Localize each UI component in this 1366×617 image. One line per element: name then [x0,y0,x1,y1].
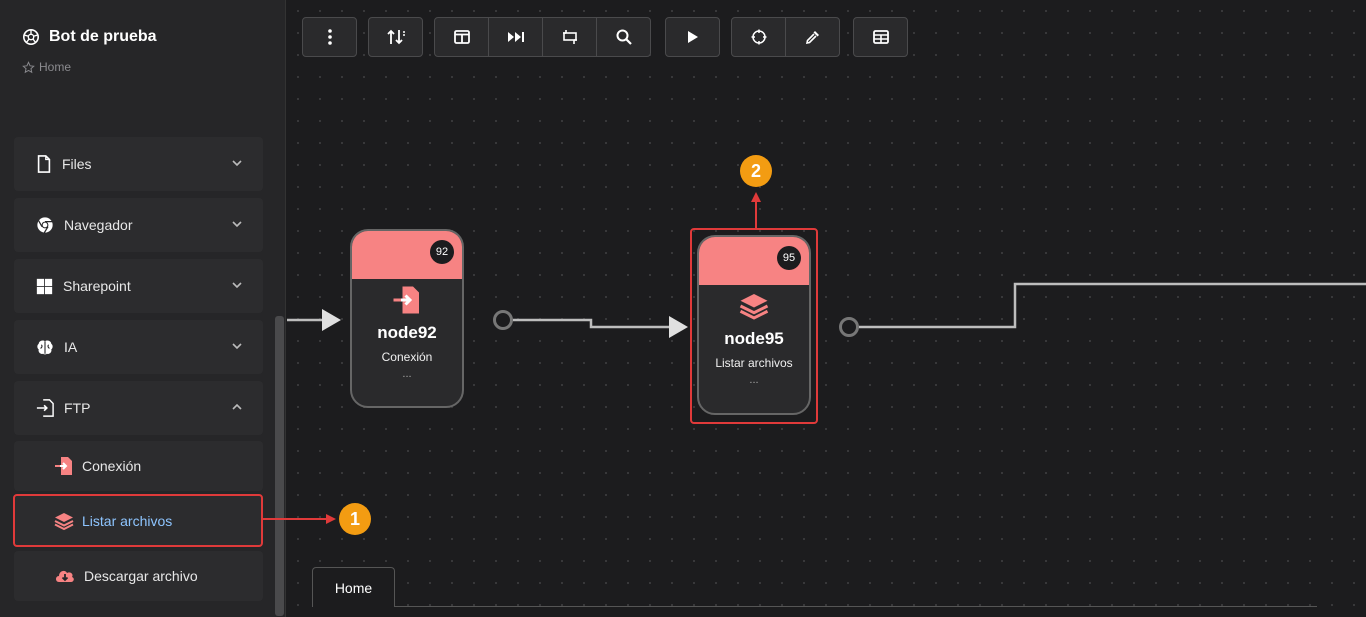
sort-icon [386,29,405,45]
node-name: node95 [724,329,784,348]
transform-icon [562,30,577,44]
node-more: ... [749,374,759,386]
sidebar-item-sharepoint[interactable]: Sharepoint [14,259,263,313]
fast-forward-icon [507,32,524,42]
sidebar-item-files[interactable]: Files [14,137,263,191]
fast-forward-button[interactable] [488,17,543,57]
play-button[interactable] [665,17,720,57]
sidebar-subitem-descargar-archivo[interactable]: Descargar archivo [14,551,263,601]
eyedropper-icon [805,31,819,45]
play-icon [687,31,698,43]
toolbar-group-sort [368,17,423,57]
tab-home[interactable]: Home [312,567,395,607]
eyedropper-button[interactable] [785,17,840,57]
search-button[interactable] [596,17,651,57]
sidebar-item-label: IA [64,339,78,355]
chevron-down-icon [232,160,242,167]
windows-icon [36,278,53,294]
sidebar-item-label: Sharepoint [63,278,131,294]
node-95[interactable]: 95 node95 Listar archivos ... [697,235,811,415]
sidebar-item-label: Descargar archivo [84,568,198,584]
more-vertical-icon [327,29,332,45]
layers-icon [739,294,769,320]
node95-output-port[interactable] [839,317,859,337]
callout-badge-2: 2 [740,155,772,187]
search-icon [616,29,632,45]
callout-badge-1: 1 [339,503,371,535]
crosshair-icon [751,29,766,45]
breadcrumb[interactable]: Home [22,60,71,74]
node-name: node92 [377,323,437,342]
chevron-down-icon [232,343,242,350]
ftp-icon [36,399,54,417]
sidebar-item-navegador[interactable]: Navegador [14,198,263,252]
toolbar-group-menu [302,17,357,57]
aperture-icon [22,28,40,46]
sidebar-item-label: Conexión [82,458,142,474]
table-button[interactable] [853,17,908,57]
sort-button[interactable] [368,17,423,57]
highlight-box-sidebar [13,494,263,547]
brain-icon [37,339,53,354]
sidebar-item-ia[interactable]: IA [14,320,263,374]
node-92[interactable]: 92 node92 Conexión ... [350,229,464,408]
node-more: ... [402,368,412,380]
columns-button[interactable] [434,17,489,57]
table-icon [872,30,889,44]
sidebar-item-ftp[interactable]: FTP [14,381,263,435]
node-type: Conexión [381,350,433,364]
tab-bar-divider [395,606,1317,607]
file-icon [37,155,51,173]
node-type: Listar archivos [715,356,793,370]
breadcrumb-home: Home [39,60,72,74]
toolbar-group-tools [731,17,840,57]
sidebar-item-label: Files [62,156,92,172]
chevron-down-icon [232,221,242,228]
sidebar-item-label: FTP [64,400,91,416]
node-id-badge: 95 [777,246,801,270]
chevron-up-icon [232,403,242,410]
more-button[interactable] [302,17,357,57]
file-import-icon [55,457,72,475]
sidebar-subitem-conexion[interactable]: Conexión [14,441,263,491]
file-import-icon [393,286,419,314]
node-id-badge: 92 [430,240,454,264]
columns-icon [453,30,470,44]
node92-output-port[interactable] [493,310,513,330]
cloud-download-icon [56,570,74,582]
toolbar-group-view [434,17,651,57]
chrome-icon [37,217,53,234]
crosshair-button[interactable] [731,17,786,57]
sidebar-scrollbar[interactable] [275,316,284,616]
transform-button[interactable] [542,17,597,57]
brand: Bot de prueba [22,28,157,46]
app-title: Bot de prueba [49,28,157,45]
chevron-down-icon [232,282,242,289]
toolbar-group-table [853,17,908,57]
star-icon [22,60,35,73]
sidebar-item-label: Navegador [64,217,133,233]
node-header: 95 [699,237,809,285]
sidebar: Bot de prueba Home Files Navegador Share… [0,0,286,617]
app-root: Bot de prueba Home Files Navegador Share… [0,0,1366,617]
node-header: 92 [352,231,462,279]
toolbar-group-run [665,17,720,57]
